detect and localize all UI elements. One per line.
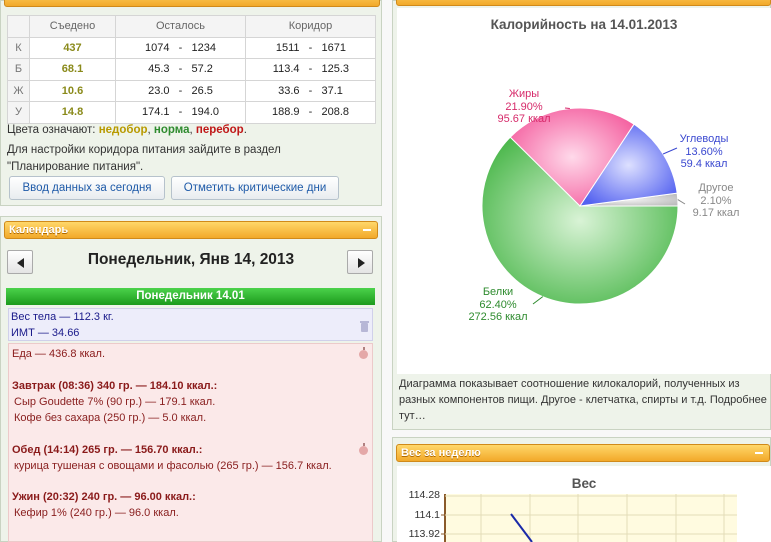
left-range: 174.1-194.0 [115,101,246,124]
pie-leader-line [677,199,686,205]
arrow-right-icon [358,258,365,268]
enter-today-button[interactable]: Ввод данных за сегодня [9,176,165,200]
collapse-icon[interactable] [753,445,765,461]
table-row: У 14.8 174.1-194.0 188.9-208.8 [7,101,376,124]
meal-title: Завтрак (08:36) 340 гр. — 184.10 ккал.: [12,380,218,392]
nutrition-table: Съедено Осталось Коридор К 437 1074-1234… [7,15,376,124]
weight-plot [441,494,737,542]
row-label: К [7,36,30,59]
meal-item: Сыр Goudette 7% (90 гр.) — 179.1 ккал. [14,396,216,408]
row-label: Ж [7,79,30,102]
mark-critical-days-button[interactable]: Отметить критические дни [171,176,339,200]
col-eaten-header: Съедено [29,15,116,38]
pie-label-proteins: Белки 62.40% 272.56 ккал [468,286,528,323]
pie-label-fats: Жиры 21.90% 95.67 ккал [497,88,551,125]
calendar-panel-header[interactable]: Календарь [4,221,378,239]
pie-label-other: Другое 2.10% 9.17 ккал [692,182,740,219]
pie-label-carbs: Углеводы 13.60% 59.4 ккал [679,133,729,170]
legend-norm: норма [153,124,190,136]
day-bar: Понедельник 14.01 [6,288,375,305]
eaten-value: 14.8 [29,101,116,124]
corridor-range: 113.4-125.3 [245,58,376,81]
col-left-header: Осталось [115,15,246,38]
legend-over: перебор [195,124,244,136]
next-day-button[interactable] [347,250,373,274]
meal-item: Кофе без сахара (250 гр.) — 5.0 ккал. [14,412,207,424]
meal-item: Кефир 1% (240 гр.) — 96.0 ккал. [14,507,179,519]
food-total: Еда — 436.8 ккал. [12,348,106,360]
eaten-value: 10.6 [29,79,116,102]
pie-leader-line [564,107,570,110]
pie-chart: Калорийность на 14.01.2013 Жиры 21.90% 9… [397,8,771,374]
table-header-row: Съедено Осталось Коридор [7,15,376,38]
row-label: У [7,101,30,124]
col-corridor-header: Коридор [245,15,376,38]
prev-day-button[interactable] [7,250,33,274]
apple-icon[interactable] [359,443,368,455]
meal-title: Ужин (20:32) 240 гр. — 96.00 ккал.: [12,491,196,503]
week-panel-header[interactable]: Вес за неделю [396,444,770,462]
row-label: Б [7,58,30,81]
weight-entry[interactable]: Вес тела — 112.3 кг. ИМТ — 34.66 [8,308,373,341]
color-legend: Цвета означают: недобор, норма, перебор. [7,124,247,136]
arrow-left-icon [17,258,24,268]
calendar-date: Понедельник, Янв 14, 2013 [87,251,295,268]
delete-icon[interactable] [360,321,369,332]
corridor-range: 1511-1671 [245,36,376,59]
legend-under: недобор [98,124,148,136]
table-row: К 437 1074-1234 1511-1671 [7,36,376,59]
table-row: Ж 10.6 23.0-26.5 33.6-37.1 [7,79,376,102]
corridor-range: 33.6-37.1 [245,79,376,102]
bmi-value: ИМТ — 34.66 [11,327,80,339]
meal-item: курица тушеная с овощами и фасолью (265 … [14,460,332,472]
nutrition-panel-header [4,0,380,7]
table-row: Б 68.1 45.3-57.2 113.4-125.3 [7,58,376,81]
left-range: 1074-1234 [115,36,246,59]
corridor-info-text: Для настройки коридора питания зайдите в… [7,144,281,173]
apple-icon[interactable] [359,347,368,359]
weight-chart: Вес 114.28 114.1 113.92 [397,466,771,542]
left-range: 45.3-57.2 [115,58,246,81]
corridor-range: 188.9-208.8 [245,101,376,124]
chart-description: Диаграмма показывает соотношение килокал… [399,378,767,422]
eaten-value: 437 [29,36,116,59]
body-weight: Вес тела — 112.3 кг. [11,311,114,323]
calories-panel-header [396,0,771,6]
meal-title: Обед (14:14) 265 гр. — 156.70 ккал.: [12,444,203,456]
week-header-title: Вес за неделю [401,447,481,459]
eaten-value: 68.1 [29,58,116,81]
collapse-icon[interactable] [361,222,373,238]
left-range: 23.0-26.5 [115,79,246,102]
nutrition-panel: Съедено Осталось Коридор К 437 1074-1234… [0,0,382,206]
food-entry[interactable]: Еда — 436.8 ккал. Завтрак (08:36) 340 гр… [8,343,373,542]
calendar-header-title: Календарь [9,224,69,236]
